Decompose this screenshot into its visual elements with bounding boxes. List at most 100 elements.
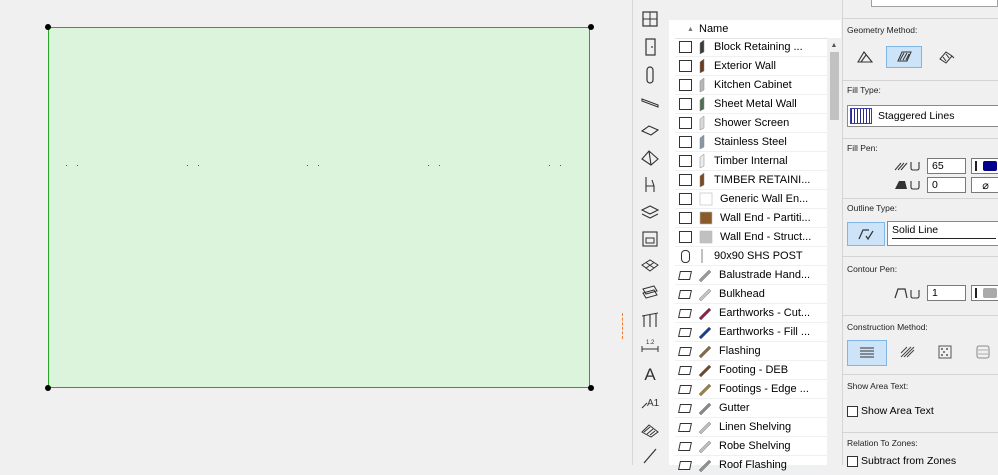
list-item-label: Earthworks - Fill ...	[719, 326, 811, 338]
material-swatch-icon	[697, 267, 713, 283]
material-swatch-icon	[697, 324, 713, 340]
show-area-text-checkbox-label[interactable]: Show Area Text	[861, 405, 934, 417]
list-item-label: TIMBER RETAINI...	[714, 174, 811, 186]
outline-type-section: Outline Type: Solid Line	[843, 198, 998, 257]
list-scrollbar[interactable]: ▲	[827, 38, 841, 465]
list-item[interactable]: Roof Flashing	[675, 456, 827, 475]
subtract-from-zones-label[interactable]: Subtract from Zones	[861, 455, 956, 467]
element-type-icon	[679, 98, 692, 110]
window-tool-icon[interactable]	[638, 8, 662, 30]
label-tool-icon[interactable]: A1	[638, 391, 662, 413]
fill-background-pen-input[interactable]: 0	[927, 177, 966, 193]
show-area-text-section: Show Area Text: Show Area Text	[843, 374, 998, 433]
construction-method-label: Construction Method:	[847, 322, 928, 332]
list-item[interactable]: Timber Internal	[675, 152, 827, 171]
cut-fill-icon[interactable]	[889, 341, 925, 363]
name-column-header[interactable]: Name	[699, 23, 728, 35]
cover-fill-icon[interactable]	[927, 341, 963, 363]
roof-tool-icon[interactable]	[638, 147, 662, 169]
contour-pen-color-swatch[interactable]	[971, 285, 998, 301]
element-type-icon	[678, 270, 692, 280]
list-item[interactable]: Block Retaining ...	[675, 38, 827, 57]
list-item[interactable]: Stainless Steel	[675, 133, 827, 152]
list-item[interactable]: Footings - Edge ...	[675, 380, 827, 399]
subtract-from-zones-checkbox[interactable]	[847, 456, 858, 467]
rectangle-geometry-icon[interactable]	[886, 46, 922, 68]
list-item[interactable]: Earthworks - Fill ...	[675, 323, 827, 342]
selected-fill-element[interactable]	[48, 27, 590, 388]
list-item[interactable]: Wall End - Struct...	[675, 228, 827, 247]
dimension-tool-icon[interactable]: 1.2	[638, 336, 662, 358]
beam-tool-icon[interactable]	[638, 92, 662, 114]
element-type-icon	[678, 346, 692, 356]
zone-tool-icon[interactable]	[638, 228, 662, 250]
column-tool-icon[interactable]	[638, 64, 662, 86]
fill-corner-handle[interactable]	[588, 24, 594, 30]
list-item-label: Shower Screen	[714, 117, 790, 129]
fill-corner-handle[interactable]	[45, 385, 51, 391]
material-swatch-icon	[697, 362, 713, 378]
material-swatch-icon	[697, 400, 713, 416]
fill-pen-color-swatch[interactable]	[971, 158, 998, 174]
scroll-up-arrow-icon[interactable]: ▲	[827, 38, 841, 52]
outline-type-dropdown[interactable]: Solid Line	[887, 221, 998, 246]
list-item[interactable]: Earthworks - Cut...	[675, 304, 827, 323]
list-item[interactable]: TIMBER RETAINI...	[675, 171, 827, 190]
list-item-label: Flashing	[719, 345, 761, 357]
fill-type-dropdown[interactable]: Staggered Lines	[847, 105, 998, 127]
slab-tool-icon[interactable]	[638, 120, 662, 142]
polygon-geometry-icon[interactable]	[847, 46, 883, 68]
list-item[interactable]: Wall End - Partiti...	[675, 209, 827, 228]
list-item[interactable]: Exterior Wall	[675, 57, 827, 76]
object-chair-tool-icon[interactable]	[638, 174, 662, 196]
rotated-rectangle-geometry-icon[interactable]	[928, 46, 964, 68]
element-type-icon	[678, 441, 692, 451]
contour-pen-input[interactable]: 1	[927, 285, 966, 301]
element-type-icon	[678, 460, 692, 470]
element-type-icon	[679, 231, 692, 243]
layer-field[interactable]	[871, 0, 998, 7]
fill-settings-panel: Geometry Method: Fill Type: Staggered Li…	[842, 0, 998, 467]
fill-tool-icon[interactable]	[638, 419, 662, 441]
hatch-mark	[77, 165, 78, 166]
railing-tool-icon[interactable]	[638, 309, 662, 331]
list-item[interactable]: Robe Shelving	[675, 437, 827, 456]
fill-corner-handle[interactable]	[45, 24, 51, 30]
list-item[interactable]: Sheet Metal Wall	[675, 95, 827, 114]
door-tool-icon[interactable]	[638, 36, 662, 58]
list-item[interactable]: Flashing	[675, 342, 827, 361]
line-tool-icon[interactable]	[638, 444, 662, 466]
list-item[interactable]: 90x90 SHS POST	[675, 247, 827, 266]
stair-tool-icon[interactable]	[638, 201, 662, 223]
list-item-label: Kitchen Cabinet	[714, 79, 792, 91]
material-swatch-icon	[697, 438, 713, 454]
element-type-icon	[679, 212, 692, 224]
element-type-icon	[678, 384, 692, 394]
list-item[interactable]: Generic Wall En...	[675, 190, 827, 209]
show-area-text-checkbox[interactable]	[847, 406, 858, 417]
element-type-icon	[679, 79, 692, 91]
scroll-thumb[interactable]	[830, 52, 839, 120]
drafting-fill-icon[interactable]	[847, 340, 887, 366]
list-item[interactable]: Kitchen Cabinet	[675, 76, 827, 95]
outline-type-icon[interactable]	[847, 222, 885, 246]
hatch-mark	[66, 165, 67, 166]
curtain-wall-tool-icon[interactable]	[638, 282, 662, 304]
material-swatch-icon	[698, 39, 708, 55]
list-item[interactable]: Footing - DEB	[675, 361, 827, 380]
list-header[interactable]: ▲ Name	[675, 20, 827, 39]
list-item[interactable]: Balustrade Hand...	[675, 266, 827, 285]
list-item[interactable]: Linen Shelving	[675, 418, 827, 437]
sort-asc-icon[interactable]: ▲	[687, 26, 699, 33]
drawing-canvas[interactable]	[0, 0, 632, 465]
list-item[interactable]: Bulkhead	[675, 285, 827, 304]
surface-fill-icon[interactable]	[965, 341, 998, 363]
list-item[interactable]: Gutter	[675, 399, 827, 418]
text-tool-icon[interactable]: A	[638, 364, 662, 386]
fill-pen-input[interactable]: 65	[927, 158, 966, 174]
transparent-pen-icon[interactable]: ⌀	[971, 177, 998, 193]
fill-corner-handle[interactable]	[588, 385, 594, 391]
solid-line-preview	[892, 238, 996, 239]
mesh-tool-icon[interactable]	[638, 255, 662, 277]
list-item[interactable]: Shower Screen	[675, 114, 827, 133]
